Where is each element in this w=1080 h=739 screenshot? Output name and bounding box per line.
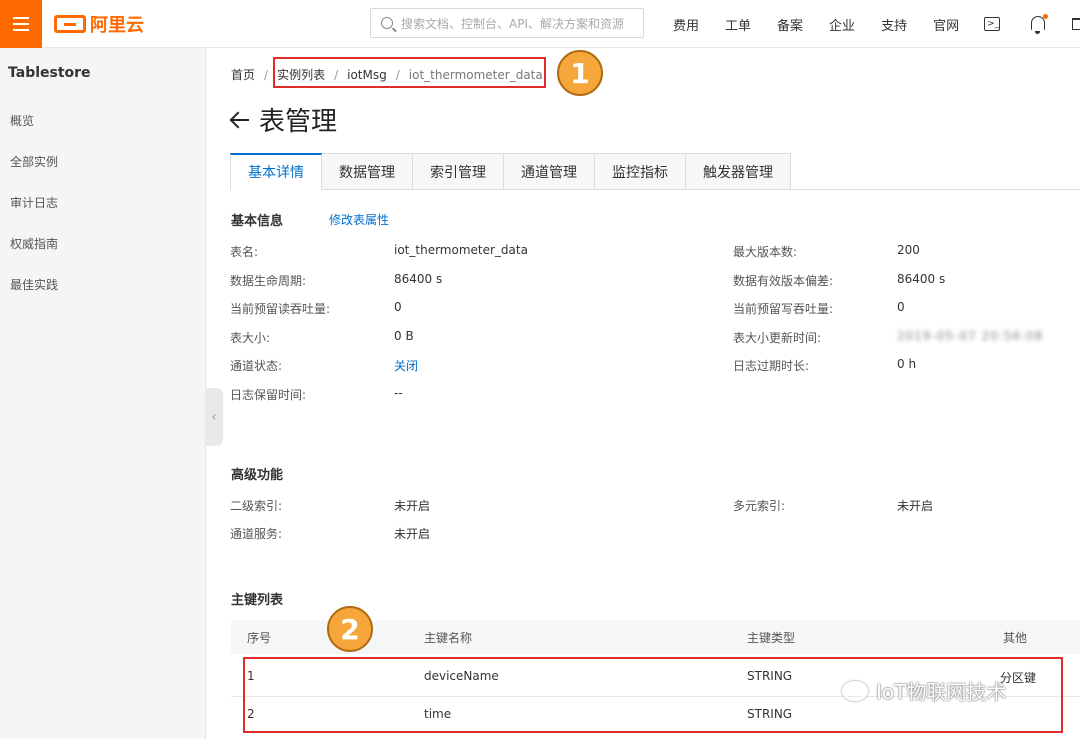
ttl-value: 86400 s bbox=[394, 272, 443, 286]
tunnel-status-link[interactable]: 关闭 bbox=[394, 357, 418, 374]
sidebar-collapse-button[interactable]: ‹ bbox=[205, 388, 223, 446]
nav-official-site[interactable]: 官网 bbox=[933, 15, 959, 34]
aliyun-logo-icon bbox=[54, 15, 86, 33]
sidebar: Tablestore 概览 全部实例 审计日志 权威指南 最佳实践 bbox=[0, 48, 206, 739]
version-offset-value: 86400 s bbox=[897, 272, 946, 286]
edit-table-attributes-link[interactable]: 修改表属性 bbox=[329, 211, 389, 228]
secondary-index-value: 未开启 bbox=[394, 499, 431, 513]
field-label: 数据有效版本偏差: bbox=[733, 274, 834, 288]
field-label: 最大版本数: bbox=[733, 245, 798, 259]
tab-trigger-management[interactable]: 触发器管理 bbox=[686, 153, 791, 190]
chevron-left-icon: ‹ bbox=[211, 409, 217, 425]
size-update-time-value: 2019-05-07 20:56:08 bbox=[897, 329, 1044, 343]
field-label: 表名: bbox=[230, 245, 259, 259]
terminal-icon[interactable]: >_ bbox=[984, 14, 1004, 34]
hamburger-icon bbox=[13, 17, 29, 31]
nav-icp[interactable]: 备案 bbox=[777, 15, 803, 34]
logo-text: 阿里云 bbox=[90, 15, 144, 36]
tab-basic-details[interactable]: 基本详情 bbox=[230, 153, 322, 190]
page-title: 表管理 bbox=[259, 107, 338, 137]
tab-bar: 基本详情 数据管理 索引管理 通道管理 监控指标 触发器管理 bbox=[230, 153, 791, 190]
field-label: 当前预留读吞吐量: bbox=[230, 302, 331, 316]
search-placeholder: 搜索文档、控制台、API、解决方案和资源 bbox=[401, 16, 624, 31]
max-versions-value: 200 bbox=[897, 243, 920, 257]
tab-data-management[interactable]: 数据管理 bbox=[322, 153, 413, 190]
highlight-box-breadcrumb bbox=[273, 57, 546, 88]
top-bar: 阿里云 搜索文档、控制台、API、解决方案和资源 费用 工单 备案 企业 支持 … bbox=[0, 0, 1080, 48]
nav-support[interactable]: 支持 bbox=[881, 15, 907, 34]
search-input[interactable]: 搜索文档、控制台、API、解决方案和资源 bbox=[370, 8, 644, 38]
watermark-text: IoT物联网技术 bbox=[876, 680, 1007, 704]
sidebar-item-best-practice[interactable]: 最佳实践 bbox=[10, 276, 58, 293]
nav-ticket[interactable]: 工单 bbox=[725, 15, 751, 34]
field-label: 通道状态: bbox=[230, 359, 283, 373]
pk-title: 主键列表 bbox=[231, 593, 284, 608]
nav-fees[interactable]: 费用 bbox=[673, 15, 699, 34]
column-header: 主键名称 bbox=[424, 631, 473, 645]
field-label: 表大小: bbox=[230, 331, 271, 345]
sidebar-item-all-instances[interactable]: 全部实例 bbox=[10, 153, 58, 170]
menu-button[interactable] bbox=[0, 0, 42, 48]
tunnel-service-value: 未开启 bbox=[394, 527, 431, 541]
sidebar-item-audit-log[interactable]: 审计日志 bbox=[10, 194, 58, 211]
column-header: 其他 bbox=[1003, 631, 1028, 645]
breadcrumb-separator: / bbox=[264, 67, 269, 82]
field-label: 日志保留时间: bbox=[230, 388, 307, 402]
breadcrumb-home[interactable]: 首页 bbox=[231, 66, 255, 83]
advanced-title: 高级功能 bbox=[231, 468, 284, 483]
field-label: 数据生命周期: bbox=[230, 274, 307, 288]
log-retention-value: -- bbox=[394, 386, 403, 400]
annotation-marker-1: 1 bbox=[557, 50, 603, 96]
page-header: 表管理 bbox=[229, 101, 337, 138]
aliyun-logo[interactable]: 阿里云 bbox=[54, 11, 144, 37]
tab-monitoring[interactable]: 监控指标 bbox=[595, 153, 686, 190]
reserved-write-value: 0 bbox=[897, 300, 905, 314]
wechat-icon bbox=[842, 680, 868, 701]
field-label: 表大小更新时间: bbox=[733, 331, 822, 345]
cart-icon[interactable] bbox=[1072, 14, 1080, 34]
watermark: IoT物联网技术 bbox=[842, 676, 1006, 705]
nav-enterprise[interactable]: 企业 bbox=[829, 15, 855, 34]
sidebar-item-guide[interactable]: 权威指南 bbox=[10, 235, 58, 252]
column-header: 序号 bbox=[247, 631, 272, 645]
tab-index-management[interactable]: 索引管理 bbox=[413, 153, 504, 190]
table-size-value: 0 B bbox=[394, 329, 414, 343]
log-expire-value: 0 h bbox=[897, 357, 917, 371]
tab-tunnel-management[interactable]: 通道管理 bbox=[504, 153, 595, 190]
top-nav: 费用 工单 备案 企业 支持 官网 >_ bbox=[660, 0, 1080, 48]
search-icon bbox=[381, 17, 393, 29]
search-index-value: 未开启 bbox=[897, 499, 934, 513]
table-name-value: iot_thermometer_data bbox=[394, 243, 528, 257]
column-header: 主键类型 bbox=[747, 631, 796, 645]
reserved-read-value: 0 bbox=[394, 300, 402, 314]
field-label: 当前预留写吞吐量: bbox=[733, 302, 834, 316]
back-arrow-icon[interactable] bbox=[229, 109, 251, 131]
field-label: 日志过期时长: bbox=[733, 359, 810, 373]
sidebar-item-overview[interactable]: 概览 bbox=[10, 112, 34, 129]
field-label: 多元索引: bbox=[733, 499, 786, 513]
bell-icon[interactable] bbox=[1028, 14, 1049, 34]
sidebar-title[interactable]: Tablestore bbox=[8, 65, 91, 81]
field-label: 通道服务: bbox=[230, 527, 283, 541]
basic-info-title: 基本信息 bbox=[231, 214, 284, 229]
field-label: 二级索引: bbox=[230, 499, 283, 513]
annotation-marker-2: 2 bbox=[327, 606, 373, 652]
